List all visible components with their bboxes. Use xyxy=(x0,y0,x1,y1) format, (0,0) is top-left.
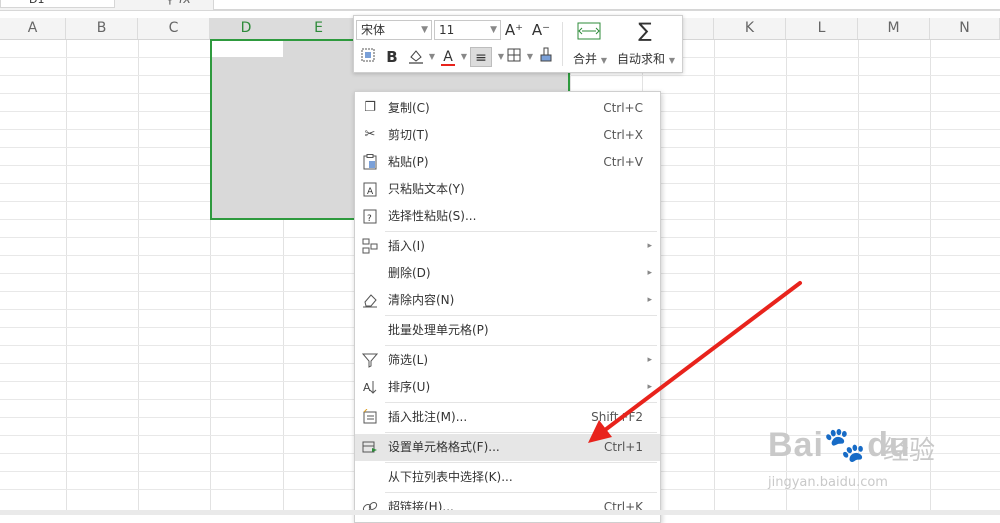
watermark-url: jingyan.baidu.com xyxy=(768,475,888,490)
baidu-jingyan-watermark: Bai🐾du 经验 jingyan.baidu.com xyxy=(758,400,998,500)
sheet-tab-strip xyxy=(0,510,1000,515)
watermark-text: 经验 xyxy=(883,436,936,466)
